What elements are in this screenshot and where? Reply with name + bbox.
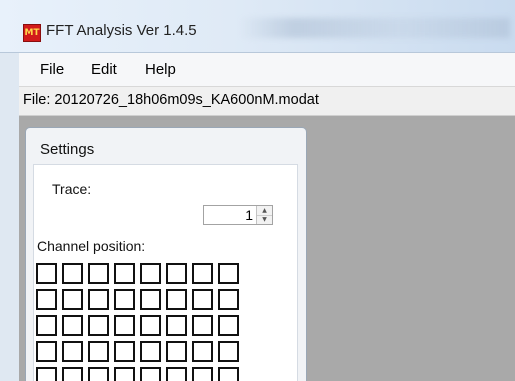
trace-label: Trace: [52, 181, 92, 197]
channel-cell[interactable] [218, 315, 239, 336]
channel-cell[interactable] [36, 315, 57, 336]
channel-cell[interactable] [140, 315, 161, 336]
channel-cell[interactable] [62, 263, 83, 284]
title-bar-blur [240, 18, 510, 38]
channel-cell[interactable] [36, 341, 57, 362]
channel-cell[interactable] [88, 367, 109, 381]
menu-file[interactable]: File [40, 61, 64, 78]
channel-cell[interactable] [166, 289, 187, 310]
channel-cell[interactable] [114, 341, 135, 362]
channel-cell[interactable] [140, 367, 161, 381]
channel-cell[interactable] [140, 341, 161, 362]
channel-cell[interactable] [88, 289, 109, 310]
channel-cell[interactable] [192, 341, 213, 362]
channel-cell[interactable] [166, 341, 187, 362]
spin-down-icon[interactable]: ▼ [257, 215, 272, 224]
window-title: FFT Analysis Ver 1.4.5 [46, 22, 197, 39]
trace-spinner[interactable]: 1 ▲ ▼ [203, 205, 273, 225]
channel-cell[interactable] [62, 367, 83, 381]
channel-cell[interactable] [166, 367, 187, 381]
settings-title: Settings [40, 141, 95, 158]
app-window: MT FFT Analysis Ver 1.4.5 File Edit Help… [0, 0, 515, 381]
channel-cell[interactable] [192, 367, 213, 381]
window-left-border [0, 53, 20, 381]
file-path-bar: File: 20120726_18h06m09s_KA600nM.modat [19, 87, 515, 116]
channel-cell[interactable] [36, 367, 57, 381]
channel-cell[interactable] [62, 289, 83, 310]
channel-cell[interactable] [114, 367, 135, 381]
channel-cell[interactable] [62, 341, 83, 362]
channel-cell[interactable] [88, 315, 109, 336]
channel-cell[interactable] [88, 341, 109, 362]
channel-position-label: Channel position: [37, 238, 146, 254]
title-bar[interactable]: MT FFT Analysis Ver 1.4.5 [0, 0, 515, 53]
channel-cell[interactable] [192, 263, 213, 284]
channel-cell[interactable] [218, 263, 239, 284]
channel-cell[interactable] [218, 289, 239, 310]
app-icon[interactable]: MT [23, 24, 41, 42]
channel-cell[interactable] [218, 341, 239, 362]
menu-help[interactable]: Help [145, 61, 176, 78]
channel-cell[interactable] [140, 289, 161, 310]
channel-cell[interactable] [114, 263, 135, 284]
channel-cell[interactable] [114, 315, 135, 336]
channel-cell[interactable] [192, 289, 213, 310]
channel-cell[interactable] [140, 263, 161, 284]
menu-edit[interactable]: Edit [91, 61, 117, 78]
trace-value[interactable]: 1 [245, 207, 253, 223]
channel-cell[interactable] [218, 367, 239, 381]
channel-cell[interactable] [62, 315, 83, 336]
channel-cell[interactable] [166, 315, 187, 336]
channel-cell[interactable] [88, 263, 109, 284]
channel-cell[interactable] [192, 315, 213, 336]
channel-cell[interactable] [36, 289, 57, 310]
channel-cell[interactable] [166, 263, 187, 284]
channel-cell[interactable] [114, 289, 135, 310]
channel-cell[interactable] [36, 263, 57, 284]
menu-bar: File Edit Help [19, 53, 515, 87]
trace-spinner-buttons: ▲ ▼ [256, 206, 272, 224]
channel-position-grid [36, 263, 280, 381]
file-path-label: File: 20120726_18h06m09s_KA600nM.modat [23, 92, 319, 108]
